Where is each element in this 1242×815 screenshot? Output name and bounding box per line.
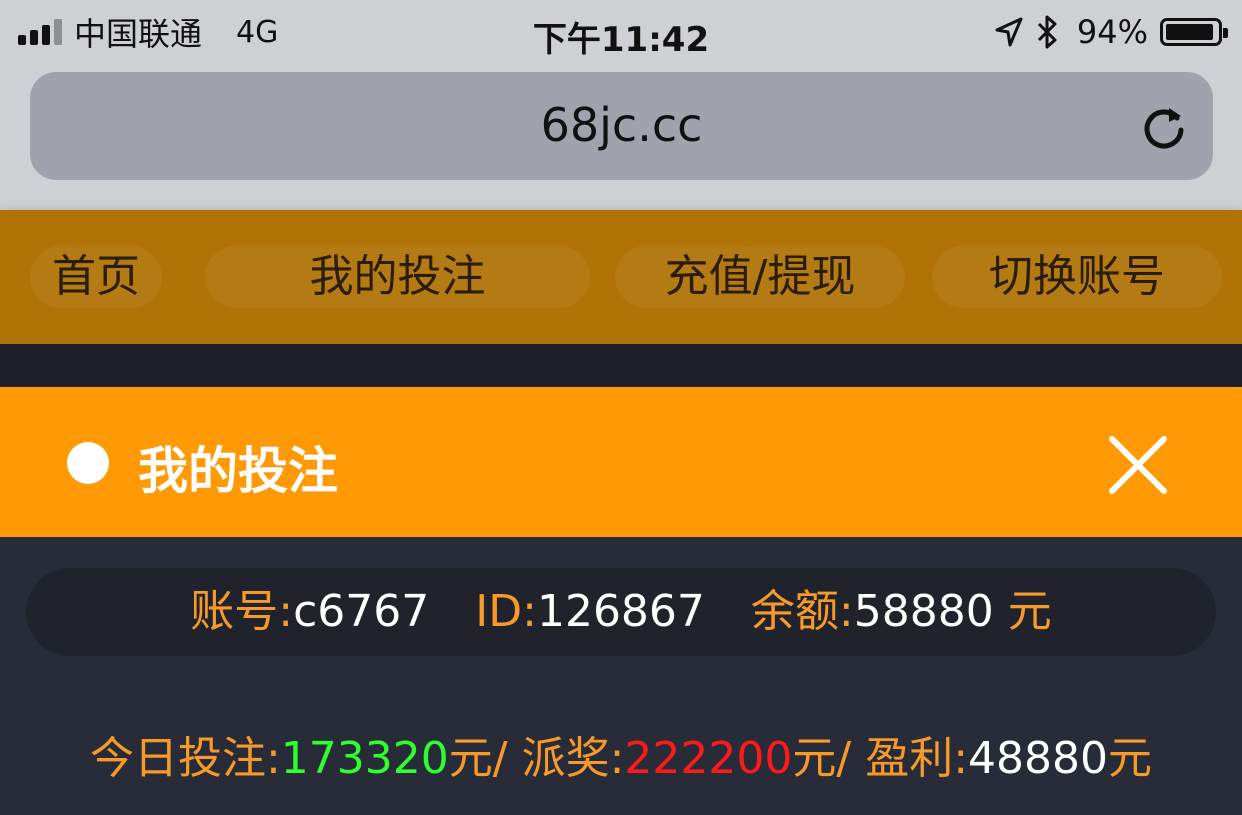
close-icon[interactable] bbox=[1106, 433, 1170, 497]
bullet-dot-icon bbox=[67, 442, 109, 484]
url-text: 68jc.cc bbox=[540, 98, 703, 152]
daily-stats: 今日投注:173320元/派奖:222200元/盈利:48880元 bbox=[0, 722, 1242, 786]
battery-percent: 94% bbox=[1076, 13, 1148, 51]
profit-suffix: 元 bbox=[1108, 733, 1153, 784]
address-bar[interactable]: 68jc.cc bbox=[30, 72, 1213, 180]
reload-icon[interactable] bbox=[1139, 102, 1189, 152]
bet-label: 今日投注: bbox=[89, 733, 281, 784]
id-value: 126867 bbox=[536, 586, 705, 637]
battery-icon bbox=[1160, 18, 1228, 46]
balance-value: 58880 bbox=[853, 586, 994, 637]
status-bar: 中国联通 4G 下午11:42 94% bbox=[0, 0, 1242, 68]
account-info-panel: 账号:c6767 ID:126867 余额:58880 元 bbox=[26, 568, 1216, 656]
nav-item-deposit-withdraw[interactable]: 充值/提现 bbox=[615, 232, 905, 322]
profit-value: 48880 bbox=[968, 733, 1109, 784]
status-right: 94% bbox=[995, 12, 1228, 52]
profit-label: 盈利: bbox=[865, 733, 969, 784]
account-value: c6767 bbox=[293, 586, 430, 637]
id-label: ID: bbox=[475, 586, 537, 637]
nav-item-switch-account[interactable]: 切换账号 bbox=[932, 232, 1222, 322]
battery-fill bbox=[1166, 24, 1213, 40]
nav-item-home[interactable]: 首页 bbox=[30, 232, 162, 322]
bluetooth-icon bbox=[1037, 15, 1057, 49]
balance-label: 余额: bbox=[750, 586, 854, 637]
balance-unit: 元 bbox=[1007, 586, 1052, 637]
browser-toolbar: 68jc.cc bbox=[0, 68, 1242, 210]
nav-item-label: 我的投注 bbox=[309, 251, 486, 302]
separator bbox=[0, 344, 1242, 387]
nav-item-label: 充值/提现 bbox=[664, 251, 856, 302]
payout-suffix: 元/ bbox=[792, 733, 852, 784]
location-arrow-icon bbox=[995, 17, 1023, 47]
dialog-header: 我的投注 bbox=[0, 387, 1242, 537]
nav-item-label: 切换账号 bbox=[989, 251, 1165, 302]
account-label: 账号: bbox=[190, 586, 294, 637]
payout-label: 派奖: bbox=[521, 733, 625, 784]
top-nav: 首页 我的投注 充值/提现 切换账号 bbox=[0, 210, 1242, 344]
dialog-title: 我的投注 bbox=[138, 442, 338, 500]
bet-value: 173320 bbox=[280, 733, 449, 784]
payout-value: 222200 bbox=[624, 733, 793, 784]
bet-suffix: 元/ bbox=[448, 733, 508, 784]
nav-item-label: 首页 bbox=[52, 251, 140, 302]
nav-item-my-bets[interactable]: 我的投注 bbox=[205, 232, 590, 322]
